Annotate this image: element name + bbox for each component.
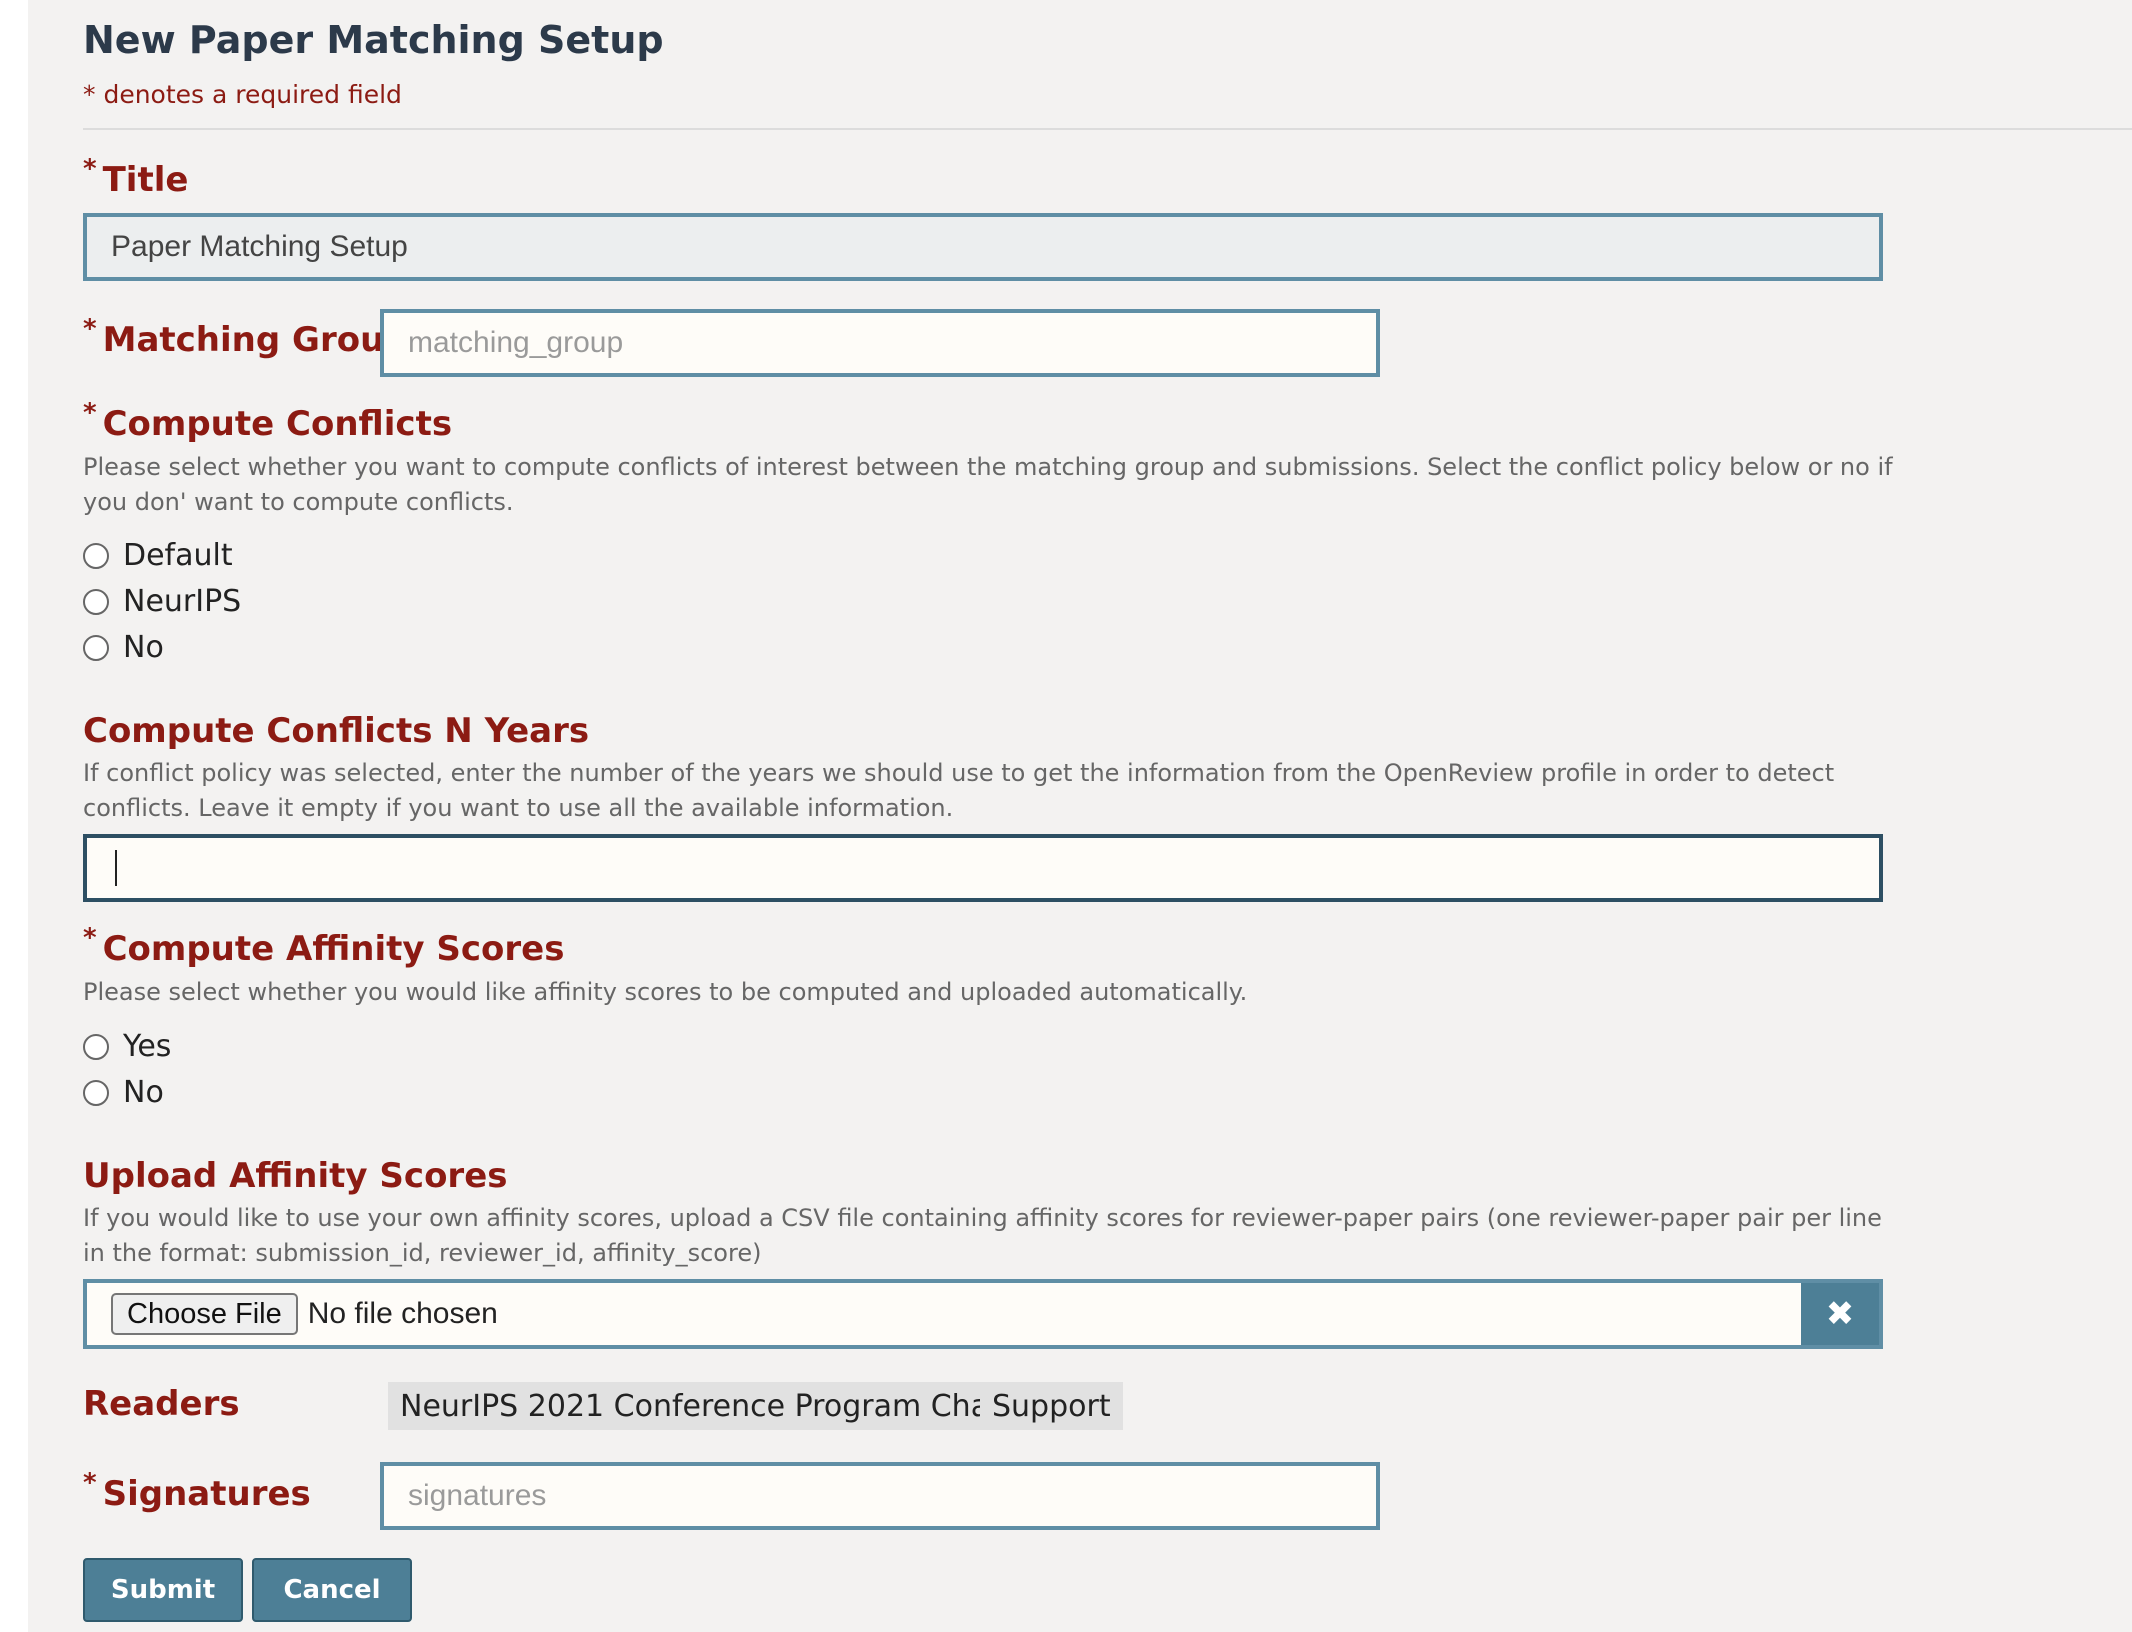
option-label: Default: [123, 538, 233, 573]
signatures-label: * Signatures: [83, 1468, 311, 1514]
signatures-input[interactable]: signatures: [380, 1462, 1380, 1530]
matching-group-placeholder: matching_group: [408, 326, 624, 359]
compute-conflicts-description: Please select whether you want to comput…: [83, 453, 1893, 516]
compute-conflicts-label-text: Compute Conflicts: [102, 404, 453, 444]
file-upload-field: Choose File No file chosen ✖: [83, 1279, 1883, 1349]
radio-button[interactable]: [83, 1079, 109, 1106]
compute-affinity-label: * Compute Affinity Scores: [83, 923, 565, 969]
upload-affinity-description: If you would like to use your own affini…: [83, 1204, 1882, 1267]
required-note: * denotes a required field: [83, 80, 402, 109]
submit-button[interactable]: Submit: [83, 1558, 243, 1622]
conflicts-n-years-label: Compute Conflicts N Years: [83, 711, 590, 751]
conflict-option-no[interactable]: No: [83, 630, 164, 665]
required-star: *: [83, 1468, 97, 1498]
radio-button[interactable]: [83, 588, 109, 615]
reader-tag: Support: [980, 1382, 1123, 1430]
upload-affinity-label: Upload Affinity Scores: [83, 1156, 508, 1196]
required-star: *: [83, 923, 97, 953]
title-input[interactable]: Paper Matching Setup: [83, 213, 1883, 281]
signatures-placeholder: signatures: [408, 1479, 547, 1512]
choose-file-button[interactable]: Choose File: [111, 1293, 298, 1335]
required-star: *: [83, 314, 97, 344]
signatures-label-text: Signatures: [102, 1474, 311, 1514]
conflicts-n-years-description: If conflict policy was selected, enter t…: [83, 759, 1835, 822]
compute-conflicts-label: * Compute Conflicts: [83, 398, 453, 444]
divider: [83, 128, 2132, 130]
radio-button[interactable]: [83, 1033, 109, 1060]
title-label-text: Title: [102, 160, 189, 200]
text-caret: [115, 850, 117, 886]
conflicts-n-years-input[interactable]: [83, 834, 1883, 902]
option-label: NeurIPS: [123, 584, 242, 619]
title-input-value: Paper Matching Setup: [111, 230, 408, 263]
conflict-option-default[interactable]: Default: [83, 538, 233, 573]
close-icon: ✖: [1825, 1294, 1855, 1334]
required-star: *: [83, 398, 97, 428]
reader-tag: NeurIPS 2021 Conference Program Chairs: [388, 1382, 1038, 1430]
affinity-option-no[interactable]: No: [83, 1075, 164, 1110]
clear-file-button[interactable]: ✖: [1801, 1283, 1879, 1345]
matching-group-label: * Matching Group: [83, 314, 409, 360]
required-star: *: [83, 154, 97, 184]
radio-button[interactable]: [83, 634, 109, 661]
cancel-button[interactable]: Cancel: [252, 1558, 412, 1622]
readers-label: Readers: [83, 1384, 240, 1424]
affinity-option-yes[interactable]: Yes: [83, 1029, 171, 1064]
matching-group-input[interactable]: matching_group: [380, 309, 1380, 377]
page-title: New Paper Matching Setup: [83, 18, 664, 62]
option-label: Yes: [123, 1029, 172, 1064]
compute-affinity-label-text: Compute Affinity Scores: [102, 929, 565, 969]
file-status: No file chosen: [307, 1297, 498, 1330]
conflict-option-neurips[interactable]: NeurIPS: [83, 584, 241, 619]
option-label: No: [123, 630, 164, 665]
title-label: * Title: [83, 154, 189, 200]
compute-affinity-description: Please select whether you would like aff…: [83, 978, 1248, 1006]
matching-group-label-text: Matching Group: [102, 320, 409, 360]
page: New Paper Matching Setup * denotes a req…: [28, 0, 2132, 1632]
option-label: No: [123, 1075, 164, 1110]
radio-button[interactable]: [83, 542, 109, 569]
